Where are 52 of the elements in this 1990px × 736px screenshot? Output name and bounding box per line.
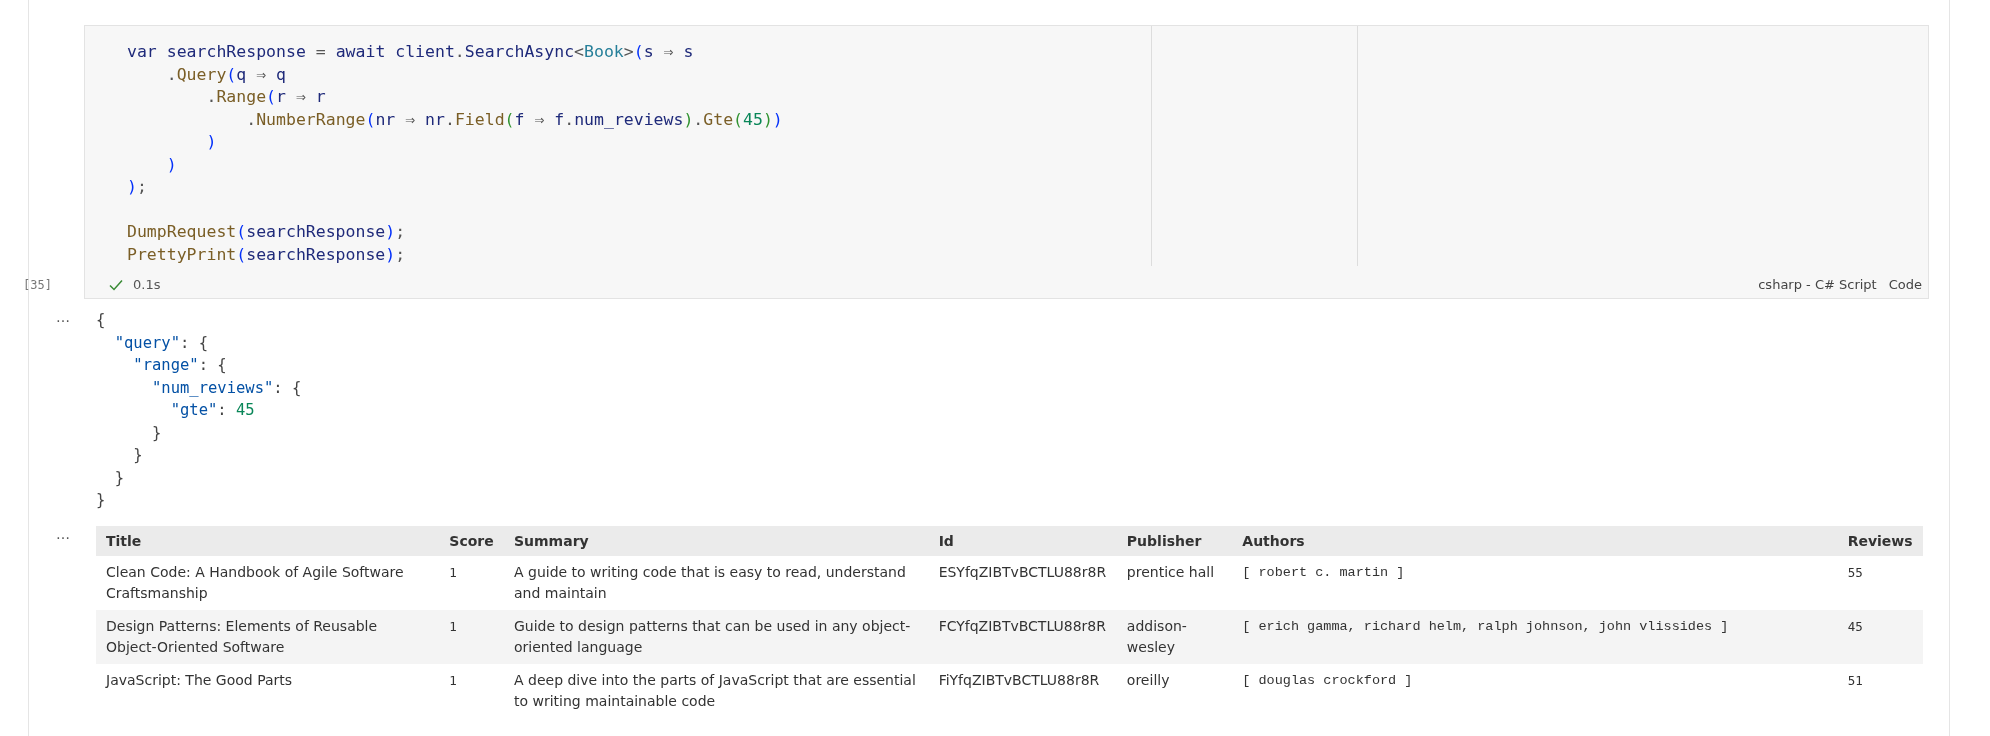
table-cell: JavaScript: The Good Parts (96, 663, 440, 718)
json-line: "gte": 45 (169, 400, 256, 421)
table-cell: oreilly (1116, 663, 1233, 718)
cell-type-label[interactable]: Code (1888, 277, 1922, 292)
json-line: "range": { (132, 355, 228, 376)
table-cell: Guide to design patterns that can be used in any object-oriented language (504, 609, 929, 664)
code-line: .NumberRange(nr ⇒ nr.Field(f ⇒ f.num_reviews).Gte(45)) (245, 108, 784, 131)
column-header: Score (439, 525, 504, 556)
table-cell: addison-wesley (1116, 609, 1233, 664)
table-cell: [ douglas crockford ] (1232, 663, 1838, 718)
table-cell: A deep dive into the parts of JavaScript that are essential to writing maintainable code (504, 663, 929, 718)
execution-count: [35] (23, 277, 52, 292)
json-line: } (96, 490, 107, 511)
json-line: } (132, 445, 144, 466)
code-line: var searchResponse = await client.SearchAsync<Book>(s ⇒ s (127, 41, 695, 63)
output-menu[interactable]: … (56, 309, 70, 325)
table-cell: 1 (439, 609, 504, 664)
output-menu[interactable]: … (56, 525, 70, 542)
table-cell: 51 (1837, 663, 1923, 718)
table-cell: FiYfqZIBTvBCTLU88r8R (928, 663, 1117, 718)
json-line: "num_reviews": { (151, 377, 303, 399)
table-cell: Clean Code: A Handbook of Agile Software Craftsmanship (96, 555, 440, 610)
table-cell: prentice hall (1116, 555, 1233, 610)
json-line: } (151, 422, 163, 444)
table-cell: A guide to writing code that is easy to read, understand and maintain (504, 555, 929, 610)
code-line: ) (165, 153, 178, 176)
code-line: ) (205, 131, 218, 153)
json-line: { (96, 310, 107, 331)
json-line: } (113, 467, 125, 489)
code-line: DumpRequest(searchResponse); (127, 221, 407, 243)
code-line: .Query(q ⇒ q (165, 63, 287, 86)
column-header: Id (928, 525, 1117, 556)
table-cell: ESYfqZIBTvBCTLU88r8R (928, 555, 1117, 610)
table-cell: 45 (1837, 609, 1923, 664)
language-label[interactable]: csharp - C# Script (1758, 277, 1877, 292)
code-line: PrettyPrint(searchResponse); (127, 243, 407, 266)
table-cell: 55 (1837, 555, 1923, 610)
code-line: .Range(r ⇒ r (205, 86, 327, 108)
table-cell: Design Patterns: Elements of Reusable Object-Oriented Software (96, 609, 440, 664)
json-line: "query": { (113, 332, 209, 354)
column-header: Reviews (1837, 525, 1923, 556)
table-cell: FCYfqZIBTvBCTLU88r8R (928, 609, 1117, 664)
code-line: ); (127, 176, 148, 198)
table-cell: [ robert c. martin ] (1232, 555, 1838, 610)
column-header: Title (96, 525, 440, 556)
column-header: Authors (1232, 525, 1838, 556)
table-cell: 1 (439, 555, 504, 610)
table-cell: [ erich gamma, richard helm, ralph johnson, john vlissides ] (1232, 609, 1838, 664)
execution-time: 0.1s (133, 277, 161, 292)
column-header: Publisher (1116, 525, 1233, 556)
column-header: Summary (504, 525, 929, 556)
table-cell: 1 (439, 663, 504, 718)
